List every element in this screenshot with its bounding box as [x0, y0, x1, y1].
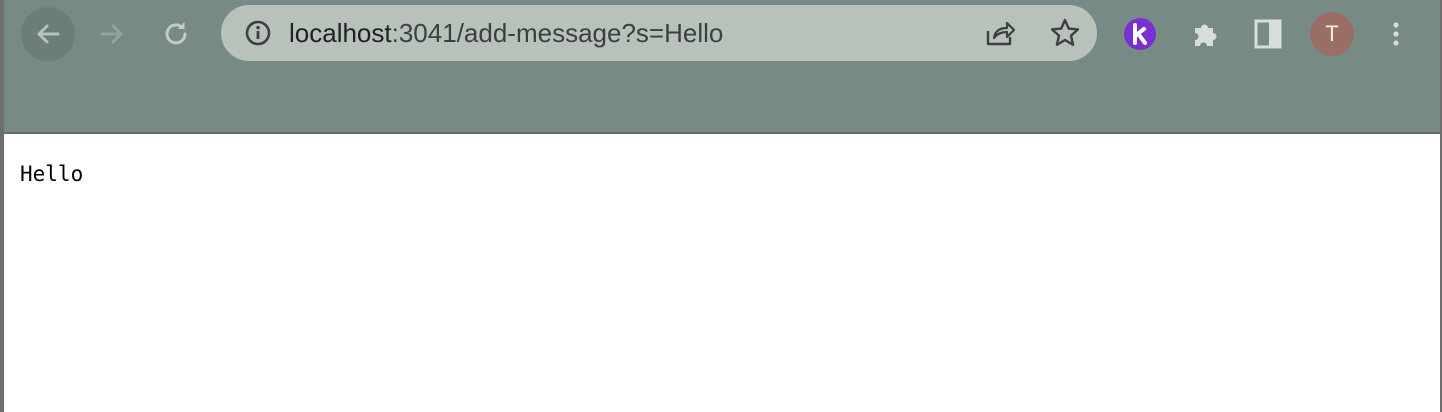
profile-avatar[interactable]: T — [1310, 12, 1354, 56]
extensions-button[interactable] — [1183, 12, 1227, 56]
side-panel-button[interactable] — [1246, 12, 1290, 56]
star-icon — [1050, 18, 1080, 46]
browser-menu-button[interactable] — [1374, 12, 1418, 56]
arrow-right-icon — [100, 24, 123, 44]
page-content: Hello — [4, 134, 1440, 412]
puzzle-icon — [1195, 24, 1217, 46]
url-path: :3041/add-message?s=Hello — [391, 18, 724, 48]
browser-window: localhost:3041/add-message?s=Hello T Hel… — [0, 0, 1442, 412]
kebab-menu-icon — [1393, 22, 1399, 46]
reload-icon — [165, 22, 187, 45]
bookmark-button[interactable] — [1043, 5, 1087, 61]
share-button[interactable] — [978, 5, 1022, 61]
side-panel-icon — [1254, 19, 1282, 49]
browser-toolbar: localhost:3041/add-message?s=Hello T — [4, 0, 1440, 134]
site-info-button[interactable] — [241, 5, 275, 61]
k-extension-icon — [1124, 18, 1156, 50]
share-icon — [986, 21, 1016, 46]
k-extension-button[interactable] — [1118, 12, 1162, 56]
url-text[interactable]: localhost:3041/add-message?s=Hello — [289, 5, 723, 61]
arrow-left-icon — [37, 24, 60, 44]
address-bar[interactable]: localhost:3041/add-message?s=Hello — [221, 5, 1097, 61]
reload-button[interactable] — [149, 7, 203, 61]
info-icon — [245, 20, 271, 46]
url-host: localhost — [289, 18, 392, 48]
forward-button[interactable] — [85, 7, 139, 61]
back-button[interactable] — [21, 7, 75, 61]
message-text: Hello — [20, 162, 84, 186]
